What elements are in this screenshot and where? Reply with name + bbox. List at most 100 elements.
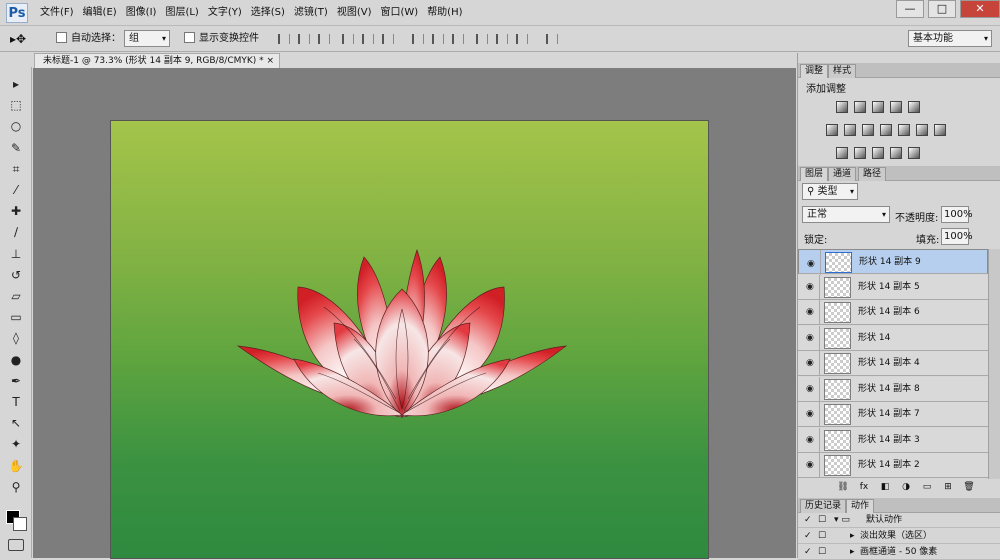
dialog-toggle-icon[interactable]: ☐ [818,513,826,528]
distribute-vcenter-icon[interactable] [432,34,444,44]
quick-mask-icon[interactable] [8,539,24,551]
close-document-icon[interactable]: × [266,54,274,68]
eye-icon[interactable]: ◉ [806,384,814,394]
link-icon[interactable]: ⛓ [836,482,850,492]
marquee-tool-icon[interactable]: ⬚ [7,96,25,114]
menu-item-8[interactable]: 窗口(W) [380,0,427,26]
menu-item-1[interactable]: 编辑(E) [83,0,126,26]
close-button[interactable]: ✕ [960,0,1000,18]
auto-select-dropdown[interactable]: 组 ▾ [124,30,170,47]
brush-tool-icon[interactable]: ∕ [7,223,25,241]
adjustment-icon-8[interactable] [880,124,892,136]
lasso-tool-icon[interactable]: ○ [7,117,25,135]
adjustment-icon-2[interactable] [872,101,884,113]
distribute-hcenter-icon[interactable] [496,34,508,44]
eye-icon[interactable]: ◉ [806,282,814,292]
fx-icon[interactable]: fx [857,482,871,492]
dodge-tool-icon[interactable]: ● [7,351,25,369]
document-tab[interactable]: 未标题-1 @ 73.3% (形状 14 副本 9, RGB/8/CMYK) *… [34,53,280,68]
adjustment-icon-7[interactable] [862,124,874,136]
visibility-toggle[interactable]: ◉ [798,376,820,402]
auto-select-toggle[interactable]: 自动选择： [56,31,121,47]
visibility-toggle[interactable]: ◉ [798,300,820,325]
pen-tool-icon[interactable]: ✒ [7,372,25,390]
tab-actions[interactable]: 动作 [846,499,875,513]
layer-row[interactable]: ◉ 形状 14 副本 8 [798,376,988,402]
restore-button[interactable]: □ [928,0,956,18]
align-vcenter-icon[interactable] [298,34,310,44]
show-transform-toggle[interactable]: 显示变换控件 [184,31,259,47]
visibility-toggle[interactable]: ◉ [798,453,820,478]
show-transform-checkbox[interactable] [184,32,195,43]
adjustment-icon-14[interactable] [872,147,884,159]
shape-tool-icon[interactable]: ✦ [7,435,25,453]
eye-icon[interactable]: ◉ [806,307,814,317]
menu-item-2[interactable]: 图像(I) [126,0,166,26]
eye-icon[interactable]: ◉ [806,435,814,445]
adjustment-icon-9[interactable] [898,124,910,136]
menu-item-5[interactable]: 选择(S) [251,0,294,26]
adjustment-icon-1[interactable] [854,101,866,113]
adjustment-layer-icon[interactable]: ◑ [899,482,913,492]
layer-row[interactable]: ◉ 形状 14 副本 9 [798,249,988,275]
adjustment-icon-5[interactable] [826,124,838,136]
eye-icon[interactable]: ◉ [806,358,814,368]
adjustment-icon-16[interactable] [908,147,920,159]
dialog-toggle-icon[interactable]: ☐ [818,529,826,544]
layer-row[interactable]: ◉ 形状 14 [798,325,988,351]
clone-stamp-tool-icon[interactable]: ⊥ [7,245,25,263]
adjustment-icon-11[interactable] [934,124,946,136]
layer-row[interactable]: ◉ 形状 14 副本 4 [798,351,988,376]
menu-item-4[interactable]: 文字(Y) [208,0,251,26]
adjustment-icon-13[interactable] [854,147,866,159]
mask-icon[interactable]: ◧ [878,482,892,492]
eraser-tool-icon[interactable]: ▱ [7,287,25,305]
layers-scrollbar[interactable] [988,249,1000,479]
background-color-swatch[interactable] [13,517,27,531]
check-icon[interactable]: ✓ [804,513,812,528]
align-right-icon[interactable] [382,34,394,44]
healing-brush-tool-icon[interactable]: ✚ [7,202,25,220]
eye-icon[interactable]: ◉ [806,333,814,343]
eye-icon[interactable]: ◉ [806,409,814,419]
opacity-input[interactable]: 100% [941,206,973,223]
layer-row[interactable]: ◉ 形状 14 副本 6 [798,300,988,325]
eye-icon[interactable]: ◉ [807,257,815,272]
adjustment-icon-6[interactable] [844,124,856,136]
align-top-icon[interactable] [278,34,290,44]
distribute-right-icon[interactable] [516,34,528,44]
fill-input[interactable]: 100% [941,228,973,245]
blur-tool-icon[interactable]: ◊ [7,329,25,347]
move-tool-icon[interactable]: ▸ [7,75,25,93]
adjustment-icon-15[interactable] [890,147,902,159]
tab-channels[interactable]: 通道 [828,167,857,181]
blend-mode-dropdown[interactable]: 正常 ▾ [802,206,890,223]
trash-icon[interactable]: 🗑 [962,482,976,492]
layer-row[interactable]: ◉ 形状 14 副本 3 [798,427,988,453]
layer-row[interactable]: ◉ 形状 14 副本 2 [798,453,988,478]
adjustment-icon-0[interactable] [836,101,848,113]
eyedropper-tool-icon[interactable]: ⁄ [7,181,25,199]
quick-select-tool-icon[interactable]: ✎ [7,139,25,157]
adjustment-icon-4[interactable] [908,101,920,113]
align-hcenter-icon[interactable] [362,34,374,44]
minimize-button[interactable]: — [896,0,924,18]
distribute-left-icon[interactable] [476,34,488,44]
eye-icon[interactable]: ◉ [806,460,814,470]
layer-row[interactable]: ◉ 形状 14 副本 7 [798,402,988,427]
visibility-toggle[interactable]: ◉ [798,274,820,300]
adjustment-icon-3[interactable] [890,101,902,113]
layer-filter-dropdown[interactable]: ⚲ 类型 ▾ [802,183,858,200]
action-row[interactable]: ✓ ☐ ▸ 淡出效果（选区） [798,529,1000,544]
adjustment-icon-10[interactable] [916,124,928,136]
align-left-icon[interactable] [342,34,354,44]
history-brush-tool-icon[interactable]: ↺ [7,266,25,284]
distribute-top-icon[interactable] [412,34,424,44]
menu-item-6[interactable]: 滤镜(T) [294,0,337,26]
tab-adjustments[interactable]: 调整 [800,64,829,78]
workspace-dropdown[interactable]: 基本功能 ▾ [908,30,992,47]
visibility-toggle[interactable]: ◉ [798,427,820,453]
hand-tool-icon[interactable]: ✋ [7,457,25,475]
crop-tool-icon[interactable]: ⌗ [7,160,25,178]
tab-styles[interactable]: 样式 [828,64,857,78]
